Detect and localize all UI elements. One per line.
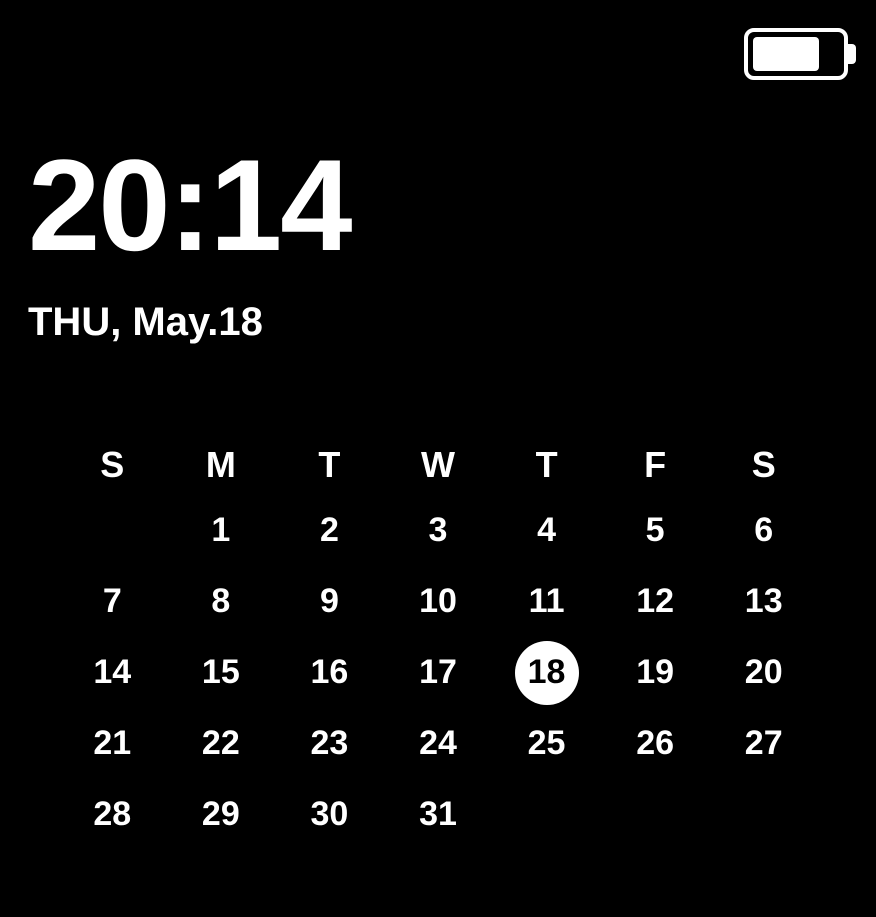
calendar-week-row: 789 10 11 12 13 [58,566,818,637]
calendar-day[interactable]: 25 [492,708,601,779]
clock-block: 20:14 THU, May.18 [28,140,351,345]
calendar-day[interactable]: 7 [58,566,167,637]
calendar-day[interactable]: 26 [601,708,710,779]
calendar-day-label: 10 [406,570,470,634]
calendar-day-label: 3 [406,499,470,563]
calendar-day[interactable]: 11 [492,566,601,637]
calendar-day[interactable]: 12 [601,566,710,637]
calendar-day-label: 26 [623,712,687,776]
calendar-day[interactable]: 2 [275,495,384,566]
calendar-day[interactable]: 28 [58,779,167,850]
calendar-day-label: 15 [189,641,253,705]
calendar-day-label: 7 [80,570,144,634]
calendar-day-label: 16 [297,641,361,705]
calendar-day-label: 31 [406,783,470,847]
calendar-day-label: 21 [80,712,144,776]
weekday-header: S [58,435,167,495]
calendar-day [709,779,818,850]
calendar-day-label: 1 [189,499,253,563]
calendar-day[interactable]: 16 [275,637,384,708]
calendar-day [58,495,167,566]
calendar-day[interactable]: 9 [275,566,384,637]
calendar-day-label: 4 [515,499,579,563]
weekday-header: T [492,435,601,495]
weekday-header: F [601,435,710,495]
calendar-day[interactable]: 5 [601,495,710,566]
calendar-day-label: 17 [406,641,470,705]
calendar-day[interactable]: 1 [167,495,276,566]
calendar-day[interactable]: 29 [167,779,276,850]
weekday-header: T [275,435,384,495]
calendar-day[interactable]: 30 [275,779,384,850]
weekday-header: W [384,435,493,495]
calendar-day-label: 2 [297,499,361,563]
calendar: S M T W T F S 12345678910111213141516171… [58,435,818,850]
calendar-day[interactable]: 15 [167,637,276,708]
calendar-day-label [80,499,144,563]
calendar-day[interactable]: 31 [384,779,493,850]
calendar-body: 1234567891011121314151617181920212223242… [58,495,818,850]
calendar-day-label: 12 [623,570,687,634]
calendar-day-label: 6 [732,499,796,563]
calendar-day[interactable]: 13 [709,566,818,637]
calendar-day [601,779,710,850]
calendar-week-row: 123456 [58,495,818,566]
calendar-day-label [623,783,687,847]
calendar-day-label: 18 [515,641,579,705]
calendar-day-label: 24 [406,712,470,776]
calendar-day[interactable]: 20 [709,637,818,708]
battery-icon [744,28,848,80]
status-bar [744,28,848,80]
calendar-day-today[interactable]: 18 [492,637,601,708]
weekday-header: S [709,435,818,495]
calendar-day[interactable]: 3 [384,495,493,566]
calendar-day[interactable]: 19 [601,637,710,708]
calendar-day [492,779,601,850]
calendar-day-label: 22 [189,712,253,776]
calendar-week-row: 14 15 16 17 18 19 20 [58,637,818,708]
calendar-day-label: 25 [515,712,579,776]
calendar-day-label [515,783,579,847]
battery-fill [753,37,819,71]
calendar-day[interactable]: 6 [709,495,818,566]
calendar-day-label: 14 [80,641,144,705]
calendar-day-label: 20 [732,641,796,705]
calendar-day[interactable]: 27 [709,708,818,779]
calendar-day[interactable]: 10 [384,566,493,637]
calendar-day-label [732,783,796,847]
date-display: THU, May.18 [28,300,351,345]
calendar-day-label: 9 [297,570,361,634]
calendar-day-label: 5 [623,499,687,563]
calendar-day-label: 28 [80,783,144,847]
calendar-day-label: 27 [732,712,796,776]
calendar-day[interactable]: 24 [384,708,493,779]
calendar-day-label: 19 [623,641,687,705]
calendar-day-label: 13 [732,570,796,634]
calendar-day-label: 8 [189,570,253,634]
calendar-day-label: 29 [189,783,253,847]
weekday-header: M [167,435,276,495]
calendar-week-row: 21 22 23 24 25 26 27 [58,708,818,779]
calendar-day-label: 11 [515,570,579,634]
calendar-day[interactable]: 17 [384,637,493,708]
time-display: 20:14 [28,140,351,270]
calendar-day[interactable]: 22 [167,708,276,779]
calendar-day[interactable]: 4 [492,495,601,566]
calendar-day-label: 30 [297,783,361,847]
calendar-day-label: 23 [297,712,361,776]
calendar-day[interactable]: 14 [58,637,167,708]
calendar-day[interactable]: 23 [275,708,384,779]
calendar-week-row: 28 29 30 31 [58,779,818,850]
calendar-header-row: S M T W T F S [58,435,818,495]
calendar-day[interactable]: 8 [167,566,276,637]
calendar-day[interactable]: 21 [58,708,167,779]
